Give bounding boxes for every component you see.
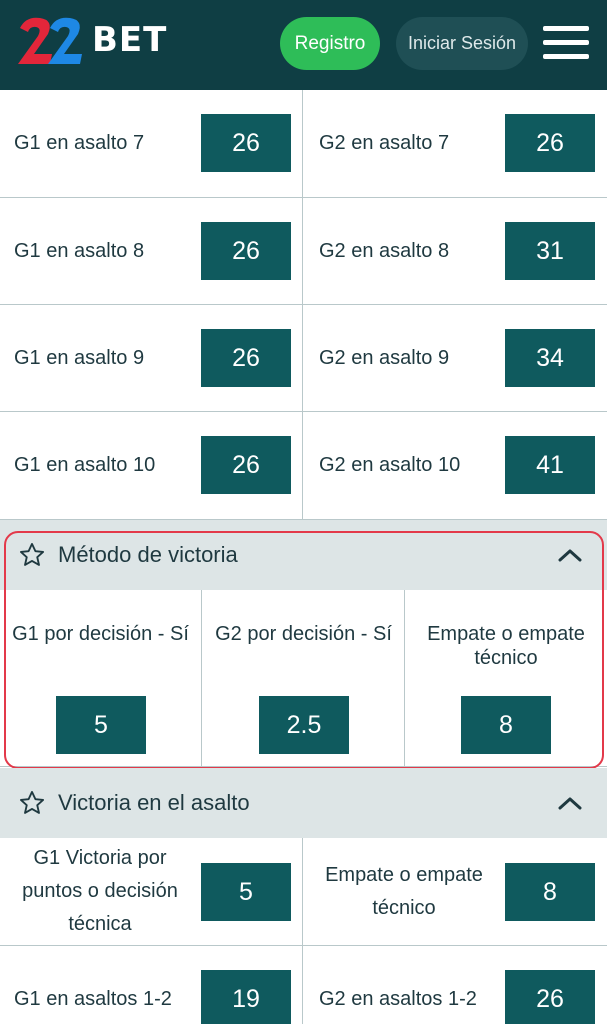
market-label: G2 en asalto 9 (319, 346, 450, 369)
market-cell[interactable]: G1 en asalto 10 26 (0, 412, 303, 519)
brand-logo[interactable]: BET (16, 12, 176, 72)
market-label: G2 en asaltos 1-2 (319, 987, 477, 1010)
market-row: G1 en asalto 7 26 G2 en asalto 7 26 (0, 90, 607, 198)
market-row: G1 en asalto 10 26 G2 en asalto 10 41 (0, 412, 607, 520)
logo-22-icon (18, 17, 82, 64)
login-button[interactable]: Iniciar Sesión (396, 17, 528, 70)
market-label: Empate o empate técnico (427, 623, 585, 669)
market-row: G1 en asaltos 1-2 19 G2 en asaltos 1-2 2… (0, 946, 607, 1024)
odd-button[interactable]: 26 (201, 329, 291, 387)
market-cell[interactable]: G1 por decisión - Sí 5 (0, 590, 202, 766)
market-label: G2 por decisión - Sí (215, 623, 392, 645)
market-label: G1 en asalto 8 (14, 239, 145, 262)
odd-button[interactable]: 41 (505, 436, 595, 494)
top-header: BET Registro Iniciar Sesión (0, 0, 607, 90)
market-label: G1 en asaltos 1-2 (14, 987, 172, 1010)
section-header-method[interactable]: Método de victoria (0, 520, 607, 590)
market-label: G2 en asalto 8 (319, 239, 450, 262)
hamburger-menu-icon[interactable] (543, 24, 589, 62)
section-title: Método de victoria (58, 542, 238, 567)
odd-button[interactable]: 19 (201, 970, 291, 1024)
market-cell[interactable]: Empate o empate técnico 8 (304, 838, 607, 945)
star-icon[interactable] (18, 541, 46, 569)
register-button[interactable]: Registro (280, 17, 380, 70)
odd-button[interactable]: 8 (505, 863, 595, 921)
market-label: Empate o empate técnico (325, 863, 483, 919)
market-cell[interactable]: G2 en asalto 9 34 (304, 305, 607, 411)
market-cell[interactable]: G2 en asalto 10 41 (304, 412, 607, 519)
odd-button[interactable]: 26 (201, 222, 291, 280)
section-title: Victoria en el asalto (58, 790, 250, 815)
market-row: G1 en asalto 8 26 G2 en asalto 8 31 (0, 198, 607, 305)
star-icon[interactable] (18, 789, 46, 817)
market-cell[interactable]: G1 en asaltos 1-2 19 (0, 946, 303, 1024)
market-cell[interactable]: G1 en asalto 7 26 (0, 90, 303, 197)
market-row: G1 en asalto 9 26 G2 en asalto 9 34 (0, 305, 607, 412)
odd-button[interactable]: 31 (505, 222, 595, 280)
odd-button[interactable]: 26 (201, 114, 291, 172)
odd-button[interactable]: 26 (505, 114, 595, 172)
odd-button[interactable]: 2.5 (259, 696, 349, 754)
market-label: G1 en asalto 7 (14, 132, 145, 154)
market-cell[interactable]: G2 en asalto 7 26 (304, 90, 607, 197)
odd-button[interactable]: 26 (505, 970, 595, 1024)
market-label: G1 en asalto 9 (14, 346, 145, 369)
market-label: G1 por decisión - Sí (12, 623, 189, 645)
odd-button[interactable]: 5 (201, 863, 291, 921)
market-row: G1 Victoria por puntos o decisión técnic… (0, 838, 607, 946)
market-label: G1 en asalto 10 (14, 454, 156, 476)
market-cell[interactable]: G2 en asaltos 1-2 26 (304, 946, 607, 1024)
market-label: G1 Victoria por puntos o decisión técnic… (22, 847, 178, 935)
chevron-up-icon[interactable] (557, 547, 583, 563)
section-header-round-victory[interactable]: Victoria en el asalto (0, 768, 607, 838)
market-cell[interactable]: G1 en asalto 8 26 (0, 198, 303, 304)
logo-text: BET (92, 20, 168, 60)
odd-button[interactable]: 34 (505, 329, 595, 387)
market-cell[interactable]: G2 en asalto 8 31 (304, 198, 607, 304)
odd-button[interactable]: 26 (201, 436, 291, 494)
market-cell[interactable]: G2 por decisión - Sí 2.5 (203, 590, 405, 766)
odd-button[interactable]: 8 (461, 696, 551, 754)
method-options-row: G1 por decisión - Sí 5 G2 por decisión -… (0, 590, 607, 767)
market-label: G2 en asalto 10 (319, 454, 461, 476)
market-cell[interactable]: G1 en asalto 9 26 (0, 305, 303, 411)
market-label: G2 en asalto 7 (319, 132, 450, 154)
odd-button[interactable]: 5 (56, 696, 146, 754)
market-cell[interactable]: Empate o empate técnico 8 (405, 590, 607, 766)
chevron-up-icon[interactable] (557, 795, 583, 811)
market-cell[interactable]: G1 Victoria por puntos o decisión técnic… (0, 838, 303, 945)
